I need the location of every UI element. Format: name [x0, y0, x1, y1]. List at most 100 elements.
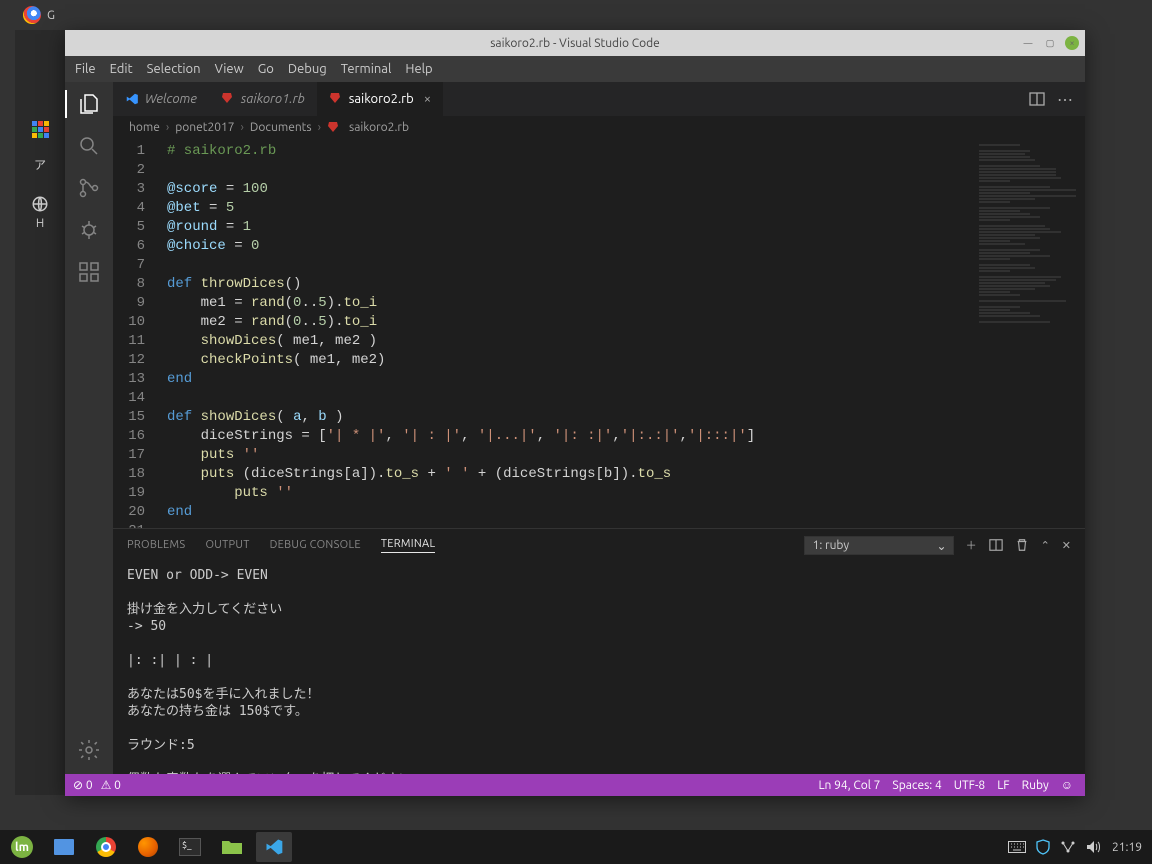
- code-line[interactable]: [167, 161, 975, 180]
- language-mode[interactable]: Ruby: [1022, 779, 1049, 792]
- terminal-taskbar-icon[interactable]: $_: [172, 832, 208, 862]
- split-editor-icon[interactable]: [1029, 91, 1045, 107]
- code-line[interactable]: [167, 256, 975, 275]
- code-line[interactable]: me1 = rand(0..5).to_i: [167, 294, 975, 313]
- menu-terminal[interactable]: Terminal: [341, 62, 392, 76]
- terminal-selector[interactable]: 1: ruby ⌄: [804, 536, 954, 555]
- tab-saikoro2-rb[interactable]: saikoro2.rb ×: [317, 82, 443, 116]
- close-button[interactable]: ×: [1065, 36, 1079, 50]
- code-line[interactable]: [167, 389, 975, 408]
- tab-Welcome[interactable]: Welcome: [113, 82, 209, 116]
- explorer-icon[interactable]: [77, 92, 101, 116]
- files-taskbar-icon[interactable]: [214, 832, 250, 862]
- apps-grid-icon[interactable]: [29, 118, 51, 140]
- maximize-panel-icon[interactable]: ⌃: [1041, 539, 1050, 552]
- feedback-icon[interactable]: ☺: [1061, 778, 1073, 792]
- breadcrumb-item[interactable]: home: [129, 121, 160, 134]
- kill-terminal-icon[interactable]: [1015, 538, 1029, 552]
- debug-icon[interactable]: [77, 218, 101, 242]
- code-line[interactable]: me2 = rand(0..5).to_i: [167, 313, 975, 332]
- new-terminal-icon[interactable]: ＋: [966, 537, 977, 553]
- bookmark-label-h[interactable]: H: [36, 217, 44, 230]
- code-line[interactable]: puts '': [167, 484, 975, 503]
- code-line[interactable]: puts '': [167, 446, 975, 465]
- code-line[interactable]: def throwDices(): [167, 275, 975, 294]
- bottom-panel: PROBLEMS OUTPUT DEBUG CONSOLE TERMINAL 1: r…: [113, 528, 1085, 774]
- code-line[interactable]: puts (diceStrings[a]).to_s + ' ' + (dice…: [167, 465, 975, 484]
- window-titlebar[interactable]: saikoro2.rb - Visual Studio Code — ▢ ×: [65, 30, 1085, 56]
- vscode-taskbar-icon[interactable]: [256, 832, 292, 862]
- panel-tab-output[interactable]: OUTPUT: [205, 539, 249, 551]
- menu-go[interactable]: Go: [258, 62, 274, 76]
- globe-icon[interactable]: [29, 193, 51, 215]
- menu-help[interactable]: Help: [405, 62, 432, 76]
- search-icon[interactable]: [77, 134, 101, 158]
- code-line[interactable]: end: [167, 503, 975, 522]
- code-line[interactable]: showDices( me1, me2 ): [167, 332, 975, 351]
- maximize-button[interactable]: ▢: [1043, 36, 1057, 50]
- browser-bookmark-strip: ア H: [15, 110, 65, 230]
- code-line[interactable]: def showDices( a, b ): [167, 408, 975, 427]
- shield-tray-icon[interactable]: [1036, 839, 1050, 855]
- panel-tab-problems[interactable]: PROBLEMS: [127, 539, 185, 551]
- panel-tab-terminal[interactable]: TERMINAL: [381, 538, 436, 553]
- volume-tray-icon[interactable]: [1086, 840, 1102, 854]
- browser-tab-text: G: [47, 9, 55, 22]
- settings-gear-icon[interactable]: [77, 738, 101, 762]
- breadcrumb-item[interactable]: ponet2017: [175, 121, 234, 134]
- code-line[interactable]: [167, 522, 975, 528]
- code-line[interactable]: @round = 1: [167, 218, 975, 237]
- warnings-count[interactable]: ⚠ 0: [101, 778, 121, 792]
- breadcrumb-item[interactable]: Documents: [250, 121, 312, 134]
- minimize-button[interactable]: —: [1021, 36, 1035, 50]
- menu-selection[interactable]: Selection: [147, 62, 201, 76]
- code-line[interactable]: diceStrings = ['| * |', '| : |', '|...|'…: [167, 427, 975, 446]
- panel-tab-debug-console[interactable]: DEBUG CONSOLE: [270, 539, 361, 551]
- chrome-taskbar-icon[interactable]: [88, 832, 124, 862]
- keyboard-tray-icon[interactable]: [1008, 841, 1026, 853]
- start-menu-button[interactable]: lm: [4, 832, 40, 862]
- source-control-icon[interactable]: [77, 176, 101, 200]
- minimap[interactable]: [975, 138, 1085, 528]
- terminal-selector-label: 1: ruby: [813, 539, 850, 552]
- code-line[interactable]: @score = 100: [167, 180, 975, 199]
- bookmark-label[interactable]: ア: [34, 156, 46, 173]
- tab-saikoro1-rb[interactable]: saikoro1.rb: [209, 82, 317, 116]
- code-line[interactable]: # saikoro2.rb: [167, 142, 975, 161]
- cursor-position[interactable]: Ln 94, Col 7: [818, 779, 880, 792]
- menu-view[interactable]: View: [215, 62, 244, 76]
- panel-tabs: PROBLEMS OUTPUT DEBUG CONSOLE TERMINAL 1: r…: [113, 529, 1085, 561]
- more-actions-icon[interactable]: ⋯: [1057, 90, 1075, 109]
- clock[interactable]: 21:19: [1112, 841, 1142, 854]
- split-terminal-icon[interactable]: [989, 538, 1003, 552]
- code-content[interactable]: # saikoro2.rb @score = 100@bet = 5@round…: [157, 138, 975, 528]
- ruby-file-icon: [327, 121, 339, 133]
- eol-status[interactable]: LF: [997, 779, 1009, 792]
- breadcrumb-item[interactable]: saikoro2.rb: [349, 121, 409, 134]
- ruby-file-icon: [221, 92, 235, 106]
- code-line[interactable]: end: [167, 370, 975, 389]
- firefox-taskbar-icon[interactable]: [130, 832, 166, 862]
- chrome-logo-icon: [23, 6, 41, 24]
- code-line[interactable]: @bet = 5: [167, 199, 975, 218]
- code-editor[interactable]: 12345678910111213141516171819202122 # sa…: [113, 138, 975, 528]
- editor-tabs: Welcomesaikoro1.rb saikoro2.rb × ⋯: [113, 82, 1085, 116]
- breadcrumb-separator: ›: [166, 121, 169, 134]
- code-line[interactable]: checkPoints( me1, me2): [167, 351, 975, 370]
- extensions-icon[interactable]: [77, 260, 101, 284]
- menu-debug[interactable]: Debug: [288, 62, 327, 76]
- network-tray-icon[interactable]: [1060, 840, 1076, 854]
- menu-file[interactable]: File: [75, 62, 96, 76]
- encoding-status[interactable]: UTF-8: [954, 779, 985, 792]
- terminal-output[interactable]: EVEN or ODD-> EVEN 掛け金を入力してください -> 50 |:…: [113, 561, 1085, 774]
- menu-edit[interactable]: Edit: [110, 62, 133, 76]
- desktop-background: G ア H saikoro2.rb - Visual Studio Code —…: [0, 0, 1152, 864]
- code-line[interactable]: @choice = 0: [167, 237, 975, 256]
- close-tab-icon[interactable]: ×: [424, 92, 431, 106]
- indentation-status[interactable]: Spaces: 4: [892, 779, 941, 792]
- close-panel-icon[interactable]: ✕: [1062, 539, 1071, 552]
- errors-count[interactable]: ⊘ 0: [73, 778, 93, 792]
- breadcrumbs[interactable]: home›ponet2017›Documents›saikoro2.rb: [113, 116, 1085, 138]
- tab-label: saikoro2.rb: [349, 92, 414, 106]
- show-desktop-button[interactable]: [46, 832, 82, 862]
